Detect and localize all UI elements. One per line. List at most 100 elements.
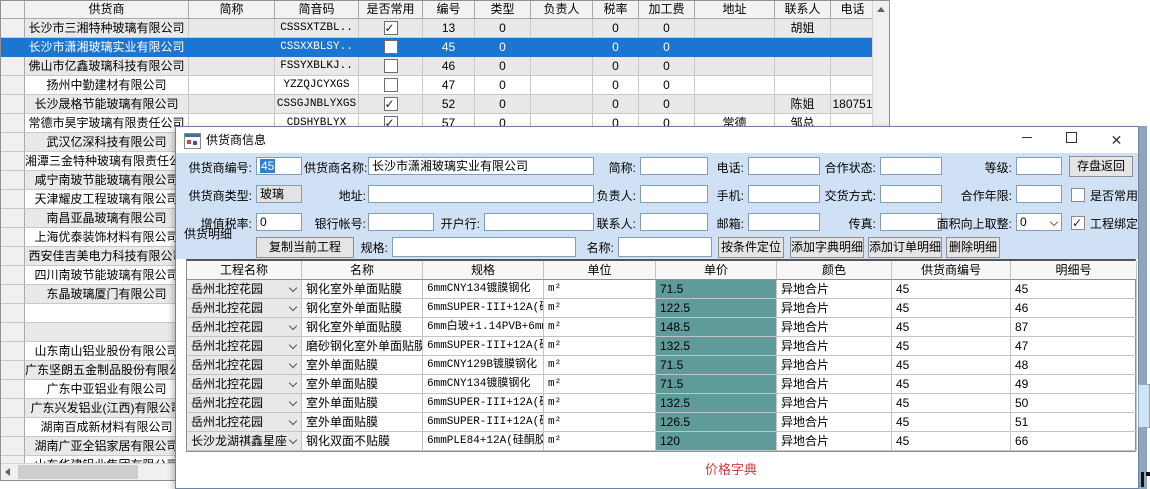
cell-address[interactable] [695,95,775,114]
supplier-no-input[interactable]: 45 [256,157,302,175]
supplier-row[interactable]: 扬州中勤建材有限公司 YZZQJCYXGS 47 0 0 0 [1,76,889,95]
cell-fee[interactable]: 0 [639,38,695,57]
mobile-input[interactable] [748,185,820,203]
cell-common[interactable] [359,57,423,76]
detail-row[interactable]: 岳州北控花园 室外单面贴膜 6mmCNY134镀膜钢化 m² 71.5 异地合片… [187,375,1135,394]
project-combo-cell[interactable]: 岳州北控花园 [187,394,302,413]
grade-input[interactable] [1016,157,1062,175]
cell-detail-color[interactable]: 异地合片 [777,432,892,451]
spec-filter-input[interactable] [392,237,576,257]
supplier-row[interactable]: 佛山市亿鑫玻璃科技有限公司 FSSYXBLKJ.. 46 0 0 0 [1,57,889,76]
copy-current-project-button[interactable]: 复制当前工程 [256,237,354,258]
cell-common[interactable] [359,38,423,57]
cell-address[interactable] [695,19,775,38]
name-filter-input[interactable] [618,237,712,257]
area-round-dropdown[interactable]: 0 [1016,213,1062,231]
cell-code[interactable]: FSSYXBLKJ.. [275,57,359,76]
cell-shortname[interactable] [189,95,275,114]
cell-detail-unit[interactable]: m² [544,432,656,451]
cell-shortname[interactable] [189,57,275,76]
column-header-common[interactable]: 是否常用 [359,1,423,19]
cell-detail-spec[interactable]: 6mmCNY134镀膜钢化 [423,280,544,299]
maximize-button[interactable] [1049,127,1094,153]
address-input[interactable] [368,185,594,203]
detail-row[interactable]: 岳州北控花园 钢化室外单面贴膜 6mmCNY134镀膜钢化 m² 71.5 异地… [187,280,1135,299]
scroll-left-button[interactable] [1,464,17,480]
project-combo-cell[interactable]: 岳州北控花园 [187,337,302,356]
detail-col-name[interactable]: 名称 [302,261,423,280]
cell-supplier-name[interactable] [25,304,189,323]
cell-supplier-name[interactable]: 广东兴发铝业(江西)有限公司 [25,399,189,418]
cell-no[interactable]: 45 [423,38,475,57]
cell-detail-unit[interactable]: m² [544,299,656,318]
project-bind-checkbox[interactable] [1071,216,1085,230]
cell-tax[interactable]: 0 [593,95,639,114]
detail-col-price[interactable]: 单价 [656,261,777,280]
cell-supplier-name[interactable]: 天津耀皮工程玻璃有限公司 [25,190,189,209]
cell-supplier-name[interactable]: 常德市昊宇玻璃有限责任公司 [25,114,189,133]
cell-type[interactable]: 0 [475,57,531,76]
cell-detail-name[interactable]: 钢化室外单面贴膜 [302,299,423,318]
cell-common[interactable] [359,95,423,114]
cell-contact[interactable] [775,38,831,57]
detail-row[interactable]: 岳州北控花园 钢化室外单面贴膜 6mmSUPER-III+12A(硅.. m² … [187,299,1135,318]
vat-input[interactable]: 0 [256,213,302,231]
cell-detail-supplierno[interactable]: 45 [892,356,1011,375]
cell-shortname[interactable] [189,76,275,95]
cell-detail-detailno[interactable]: 46 [1011,299,1137,318]
cell-detail-name[interactable]: 钢化室外单面贴膜 [302,280,423,299]
cell-manager[interactable] [531,38,593,57]
cell-supplier-name[interactable]: 扬州中勤建材有限公司 [25,76,189,95]
project-combo-cell[interactable]: 岳州北控花园 [187,299,302,318]
cell-phone[interactable] [831,76,875,95]
cell-supplier-name[interactable]: 广东中亚铝业有限公司 [25,380,189,399]
bank-input[interactable] [484,213,594,231]
cell-detail-detailno[interactable]: 50 [1011,394,1137,413]
cell-detail-unit[interactable]: m² [544,375,656,394]
cell-detail-spec[interactable]: 6mmSUPER-III+12A(硅.. [423,394,544,413]
cell-detail-supplierno[interactable]: 45 [892,280,1011,299]
cell-detail-supplierno[interactable]: 45 [892,394,1011,413]
cell-detail-color[interactable]: 异地合片 [777,356,892,375]
cell-supplier-name[interactable]: 四川南玻节能玻璃有限公司 [25,266,189,285]
column-header-fee[interactable]: 加工费 [639,1,695,19]
cell-detail-price[interactable]: 148.5 [656,318,777,337]
detail-row[interactable]: 岳州北控花园 钢化室外单面贴膜 6mm白玻+1.14PVB+6mm.. m² 1… [187,318,1135,337]
cell-detail-spec[interactable]: 6mmSUPER-III+12A(硅.. [423,413,544,432]
cell-tax[interactable]: 0 [593,38,639,57]
cell-detail-detailno[interactable]: 48 [1011,356,1137,375]
common-checkbox[interactable] [384,97,398,111]
cell-detail-price[interactable]: 132.5 [656,337,777,356]
price-dictionary-link[interactable]: 价格字典 [676,459,786,478]
cell-detail-color[interactable]: 异地合片 [777,337,892,356]
cell-supplier-name[interactable]: 长沙晟格节能玻璃有限公司 [25,95,189,114]
cell-detail-spec[interactable]: 6mmCNY129B镀膜钢化 [423,356,544,375]
cell-detail-supplierno[interactable]: 45 [892,318,1011,337]
cell-tax[interactable]: 0 [593,19,639,38]
column-header-code[interactable]: 简音码 [275,1,359,19]
cell-detail-unit[interactable]: m² [544,394,656,413]
common-checkbox[interactable] [384,40,398,54]
cell-supplier-name[interactable]: 咸宁南玻节能玻璃有限公司 [25,171,189,190]
cell-detail-price[interactable]: 132.5 [656,394,777,413]
cell-shortname[interactable] [189,19,275,38]
common-checkbox[interactable] [384,78,398,92]
cell-detail-name[interactable]: 室外单面贴膜 [302,413,423,432]
supplier-row[interactable]: 长沙晟格节能玻璃有限公司 CSSGJNBLYXGS 52 0 0 0 陈姐 18… [1,95,889,114]
cell-detail-name[interactable]: 钢化室外单面贴膜 [302,318,423,337]
cell-detail-unit[interactable]: m² [544,280,656,299]
cell-detail-price[interactable]: 122.5 [656,299,777,318]
cell-no[interactable]: 46 [423,57,475,76]
cell-supplier-name[interactable]: 山东南山铝业股份有限公司 [25,342,189,361]
cell-supplier-name[interactable]: 佛山市亿鑫玻璃科技有限公司 [25,57,189,76]
cell-detail-name[interactable]: 室外单面贴膜 [302,394,423,413]
cell-detail-detailno[interactable]: 51 [1011,413,1137,432]
supplier-row[interactable]: 长沙市潇湘玻璃实业有限公司 CSSXXBLSY.. 45 0 0 0 [1,38,889,57]
cell-tax[interactable]: 0 [593,76,639,95]
column-header-supplier[interactable]: 供货商 [25,1,189,19]
cell-no[interactable]: 52 [423,95,475,114]
cell-supplier-name[interactable]: 上海优泰装饰材料有限公司 [25,228,189,247]
cell-detail-color[interactable]: 异地合片 [777,299,892,318]
cell-detail-name[interactable]: 室外单面贴膜 [302,375,423,394]
cell-detail-price[interactable]: 71.5 [656,375,777,394]
